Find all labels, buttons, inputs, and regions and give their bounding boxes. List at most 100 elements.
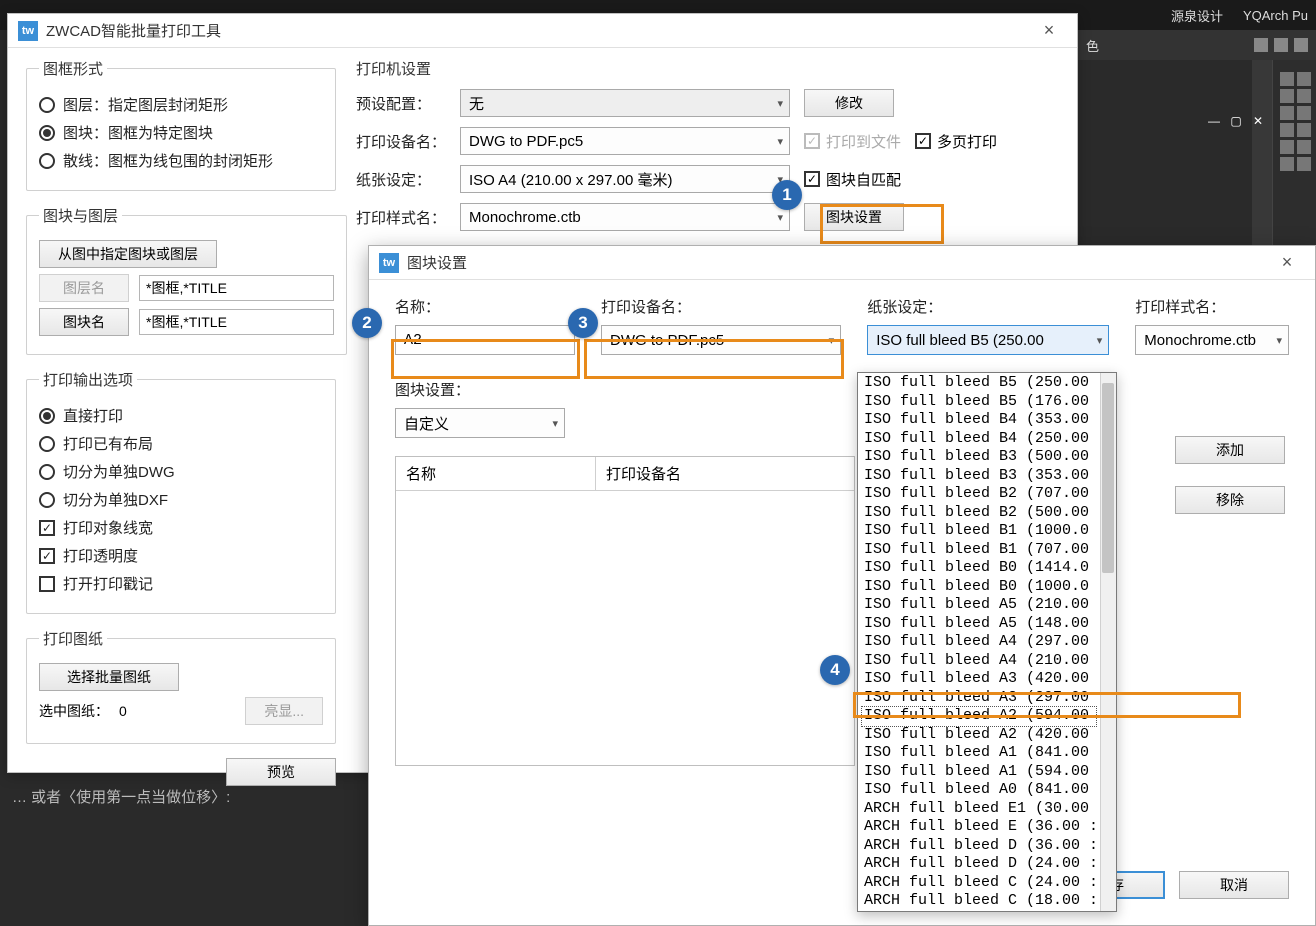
print-to-file-check: 打印到文件 xyxy=(804,131,901,152)
cancel-button[interactable]: 取消 xyxy=(1179,871,1289,899)
remove-button[interactable]: 移除 xyxy=(1175,486,1285,514)
tool-icon[interactable] xyxy=(1280,72,1294,86)
dropdown-item[interactable]: ISO full bleed B5 (176.00 xyxy=(862,393,1096,412)
tool-icon[interactable] xyxy=(1280,157,1294,171)
radio-option-layer[interactable]: 图层：指定图层封闭矩形 xyxy=(39,94,323,115)
name-input[interactable] xyxy=(395,325,575,355)
dropdown-item[interactable]: ISO full bleed B3 (500.00 xyxy=(862,448,1096,467)
radio-icon xyxy=(39,97,55,113)
dropdown-item[interactable]: ISO full bleed A4 (210.00 xyxy=(862,652,1096,671)
tool-icon[interactable] xyxy=(1280,140,1294,154)
block-name-input[interactable] xyxy=(139,309,334,335)
radio-direct-print[interactable]: 直接打印 xyxy=(39,405,323,426)
radio-split-dwg[interactable]: 切分为单独DWG xyxy=(39,461,323,482)
device-combo[interactable]: DWG to PDF.pc5▾ xyxy=(460,127,790,155)
dropdown-item[interactable]: ISO full bleed A5 (210.00 xyxy=(862,596,1096,615)
check-lineweight[interactable]: 打印对象线宽 xyxy=(39,517,323,538)
bg-menu-item[interactable]: 源泉设计 xyxy=(1171,6,1223,25)
check-transparency[interactable]: 打印透明度 xyxy=(39,545,323,566)
dropdown-item[interactable]: ISO full bleed B3 (353.00 xyxy=(862,467,1096,486)
add-button[interactable]: 添加 xyxy=(1175,436,1285,464)
minimize-icon[interactable]: — xyxy=(1206,115,1222,127)
tool-icon[interactable] xyxy=(1280,89,1294,103)
chevron-down-icon: ▾ xyxy=(829,334,835,347)
blockset-label: 图块设置： xyxy=(395,379,1289,400)
block-name-button[interactable]: 图块名 xyxy=(39,308,129,336)
tool-icon[interactable] xyxy=(1297,123,1311,137)
scrollbar[interactable] xyxy=(1100,373,1116,911)
tool-icon[interactable] xyxy=(1297,106,1311,120)
dropdown-item[interactable]: ISO full bleed A5 (148.00 xyxy=(862,615,1096,634)
dropdown-item[interactable]: ARCH full bleed D (24.00 : xyxy=(862,855,1096,874)
dropdown-item[interactable]: ISO full bleed A1 (594.00 xyxy=(862,763,1096,782)
dropdown-item[interactable]: ISO full bleed B1 (1000.0 xyxy=(862,522,1096,541)
radio-option-block[interactable]: 图块：图框为特定图块 xyxy=(39,122,323,143)
radio-split-dxf[interactable]: 切分为单独DXF xyxy=(39,489,323,510)
dropdown-item[interactable]: ISO full bleed B0 (1000.0 xyxy=(862,578,1096,597)
dropdown-item[interactable]: ISO full bleed B5 (250.00 xyxy=(862,374,1096,393)
restore-icon[interactable]: ▢ xyxy=(1228,115,1244,127)
dropdown-item[interactable]: ISO full bleed A2 (594.00 x 420.00 毫米) xyxy=(862,707,1096,726)
layer-name-input[interactable] xyxy=(139,275,334,301)
paper-combo[interactable]: ISO full bleed B5 (250.00▾ xyxy=(867,325,1109,355)
dropdown-item[interactable]: ARCH full bleed E (36.00 : xyxy=(862,818,1096,837)
check-stamp[interactable]: 打开打印戳记 xyxy=(39,573,323,594)
tool-icon[interactable] xyxy=(1280,123,1294,137)
tool-icon[interactable] xyxy=(1297,89,1311,103)
dropdown-item[interactable]: ISO full bleed B2 (500.00 xyxy=(862,504,1096,523)
dropdown-item[interactable]: ARCH full bleed B (18.00 : xyxy=(862,911,1096,912)
dropdown-item[interactable]: ISO full bleed A2 (420.00 xyxy=(862,726,1096,745)
dropdown-item[interactable]: ISO full bleed A1 (841.00 xyxy=(862,744,1096,763)
block-layer-group: 图块与图层 从图中指定图块或图层 图层名 图块名 xyxy=(26,205,347,355)
block-settings-button[interactable]: 图块设置 xyxy=(804,203,904,231)
dropdown-item[interactable]: ISO full bleed B4 (353.00 xyxy=(862,411,1096,430)
multipage-check[interactable]: 多页打印 xyxy=(915,131,997,152)
paper-combo[interactable]: ISO A4 (210.00 x 297.00 毫米)▾ xyxy=(460,165,790,193)
scroll-thumb[interactable] xyxy=(1102,383,1114,573)
dropdown-item[interactable]: ISO full bleed B0 (1414.0 xyxy=(862,559,1096,578)
close-icon[interactable]: ✕ xyxy=(1250,115,1266,127)
dropdown-item[interactable]: ISO full bleed B4 (250.00 xyxy=(862,430,1096,449)
modify-button[interactable]: 修改 xyxy=(804,89,894,117)
device-combo[interactable]: DWG to PDF.pc5▾ xyxy=(601,325,841,355)
dropdown-item[interactable]: ISO full bleed A3 (297.00 xyxy=(862,689,1096,708)
style-combo[interactable]: Monochrome.ctb▾ xyxy=(460,203,790,231)
tool-icon[interactable] xyxy=(1280,106,1294,120)
checkbox-icon xyxy=(915,133,931,149)
dropdown-item[interactable]: ISO full bleed A0 (841.00 xyxy=(862,781,1096,800)
paper-size-dropdown[interactable]: ISO full bleed B5 (250.00ISO full bleed … xyxy=(857,372,1117,912)
pick-from-drawing-button[interactable]: 从图中指定图块或图层 xyxy=(39,240,217,268)
dropdown-item[interactable]: ISO full bleed B2 (707.00 xyxy=(862,485,1096,504)
dropdown-item[interactable]: ARCH full bleed C (18.00 : xyxy=(862,892,1096,911)
select-sheets-button[interactable]: 选择批量图纸 xyxy=(39,663,179,691)
bg-menu-item[interactable]: YQArch Pu xyxy=(1243,8,1308,23)
automatch-check[interactable]: 图块自匹配 xyxy=(804,169,901,190)
close-icon[interactable]: × xyxy=(1269,252,1305,273)
grid-icon[interactable] xyxy=(1274,38,1288,52)
bg-ribbon: 色 xyxy=(1078,30,1316,60)
app-icon: tw xyxy=(379,253,399,273)
highlight-button: 亮显... xyxy=(245,697,323,725)
radio-option-polyline[interactable]: 散线：图框为线包围的封闭矩形 xyxy=(39,150,323,171)
blockset-combo[interactable]: 自定义▾ xyxy=(395,408,565,438)
radio-layouts[interactable]: 打印已有布局 xyxy=(39,433,323,454)
close-icon[interactable]: × xyxy=(1031,20,1067,41)
dropdown-item[interactable]: ARCH full bleed D (36.00 : xyxy=(862,837,1096,856)
checkbox-icon xyxy=(804,133,820,149)
grid-icon[interactable] xyxy=(1294,38,1308,52)
grid-icon[interactable] xyxy=(1254,38,1268,52)
preset-combo[interactable]: 无▾ xyxy=(460,89,790,117)
tool-icon[interactable] xyxy=(1297,140,1311,154)
block-table[interactable]: 名称 打印设备名 xyxy=(395,456,855,766)
dropdown-item[interactable]: ARCH full bleed E1 (30.00 xyxy=(862,800,1096,819)
sub-dialog-title: 图块设置 xyxy=(407,252,1269,273)
tool-icon[interactable] xyxy=(1297,157,1311,171)
preview-button[interactable]: 预览 xyxy=(226,758,336,786)
app-icon: tw xyxy=(18,21,38,41)
dropdown-item[interactable]: ISO full bleed A4 (297.00 xyxy=(862,633,1096,652)
dropdown-item[interactable]: ISO full bleed B1 (707.00 xyxy=(862,541,1096,560)
dropdown-item[interactable]: ARCH full bleed C (24.00 : xyxy=(862,874,1096,893)
tool-icon[interactable] xyxy=(1297,72,1311,86)
style-combo[interactable]: Monochrome.ctb▾ xyxy=(1135,325,1289,355)
dropdown-item[interactable]: ISO full bleed A3 (420.00 xyxy=(862,670,1096,689)
